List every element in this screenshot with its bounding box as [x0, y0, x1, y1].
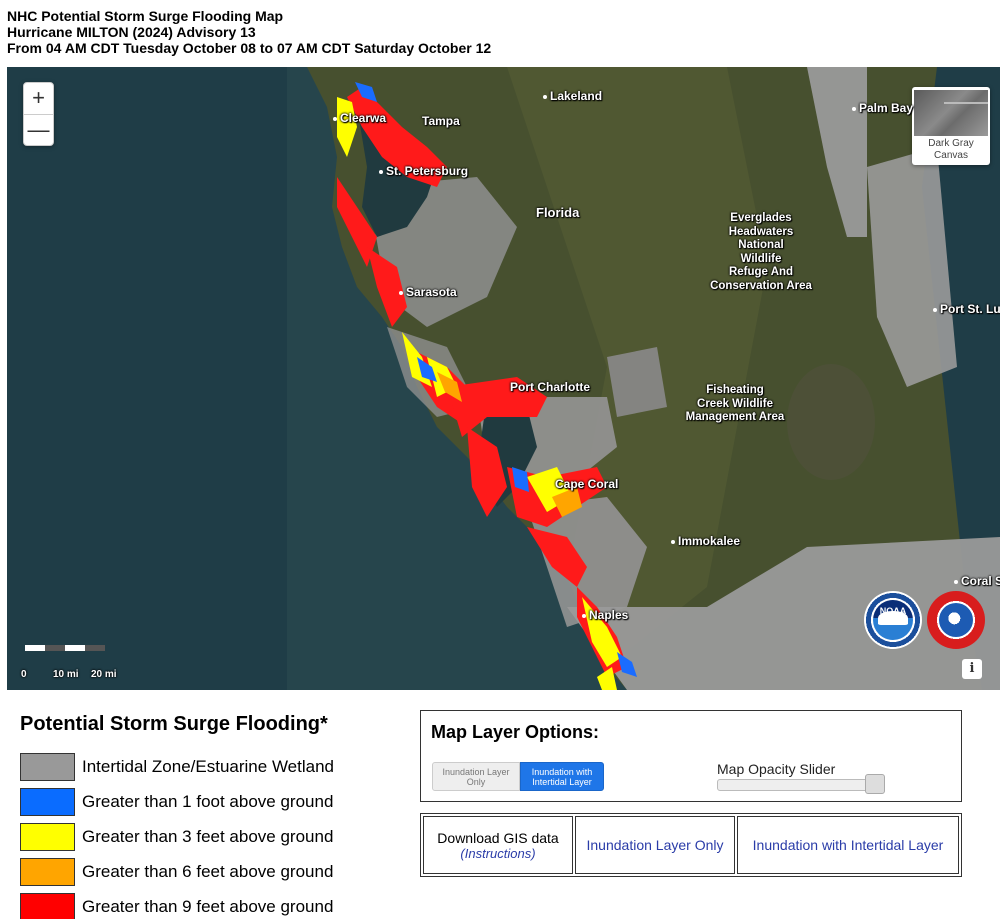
- legend-swatch: [20, 822, 75, 851]
- basemap-caption-line1: Dark Gray: [928, 138, 974, 149]
- deep-water: [7, 67, 287, 690]
- scale-label-twenty: 20 mi: [91, 669, 117, 680]
- place-label-cape-coral: Cape Coral: [555, 477, 619, 491]
- map-title: NHC Potential Storm Surge Flooding Map: [7, 8, 284, 24]
- place-label-sarasota: Sarasota: [399, 285, 457, 299]
- place-label-fisheating-creek: Fisheating Creek Wildlife Management Are…: [685, 384, 785, 423]
- place-label-florida: Florida: [536, 205, 580, 220]
- scale-label-zero: 0: [21, 669, 27, 680]
- legend-swatch: [20, 787, 75, 816]
- place-label-tampa: Tampa: [422, 114, 460, 128]
- noaa-logo: NOAA: [864, 591, 922, 649]
- legend-item: Greater than 9 feet above ground: [20, 889, 334, 919]
- map-imagery: [7, 67, 1000, 690]
- legend-item: Intertidal Zone/Estuarine Wetland: [20, 749, 334, 784]
- nws-logo: [927, 591, 985, 649]
- place-label-coral-springs: Coral S: [954, 574, 1000, 588]
- basemap-toggle[interactable]: Dark Gray Canvas: [912, 87, 990, 165]
- layer-toggle: Inundation Layer Only Inundation with In…: [432, 762, 604, 791]
- layer-options-title: Map Layer Options:: [431, 722, 600, 742]
- legend-label: Greater than 1 foot above ground: [82, 791, 334, 811]
- place-label-immokalee: Immokalee: [671, 534, 740, 548]
- opacity-slider-label: Map Opacity Slider: [717, 761, 836, 777]
- legend-item: Greater than 3 feet above ground: [20, 819, 334, 854]
- lake-okeechobee: [787, 364, 875, 480]
- surge-legend: Potential Storm Surge Flooding* Intertid…: [20, 713, 334, 919]
- scale-bar: 0 10 mi 20 mi: [21, 645, 117, 680]
- storm-advisory: Hurricane MILTON (2024) Advisory 13: [7, 24, 256, 40]
- intertidal-area: [607, 347, 667, 417]
- legend-label: Intertidal Zone/Estuarine Wetland: [82, 756, 334, 776]
- opacity-slider[interactable]: [717, 774, 885, 794]
- map-layer-options: Map Layer Options: Inundation Layer Only…: [420, 710, 962, 802]
- legend-swatch: [20, 752, 75, 781]
- place-label-clearwater: Clearwa: [333, 111, 386, 125]
- place-label-port-charlotte: Port Charlotte: [510, 380, 591, 394]
- inundation-intertidal-link-text: Inundation with Intertidal Layer: [752, 837, 944, 853]
- download-links: Download GIS data (Instructions) Inundat…: [420, 813, 962, 877]
- legend-swatch: [20, 857, 75, 886]
- place-label-port-st-lucie: Port St. Luc: [933, 302, 1000, 316]
- place-label-everglades-headwaters: Everglades Headwaters National Wildlife …: [710, 212, 812, 292]
- download-inundation-intertidal-link[interactable]: Inundation with Intertidal Layer: [737, 816, 959, 874]
- map-header: NHC Potential Storm Surge Flooding Map H…: [7, 8, 491, 56]
- scale-label-ten: 10 mi: [53, 669, 79, 680]
- surge-map[interactable]: + — Dark Gray Canvas Lakeland Clearwa Ta…: [7, 67, 1000, 690]
- download-inundation-only-link[interactable]: Inundation Layer Only: [575, 816, 735, 874]
- basemap-thumbnail: [914, 90, 988, 136]
- legend-title: Potential Storm Surge Flooding*: [20, 713, 328, 735]
- basemap-caption-line2: Canvas: [934, 150, 968, 161]
- legend-item: Greater than 6 feet above ground: [20, 854, 334, 889]
- legend-swatch: [20, 892, 75, 919]
- inundation-only-toggle[interactable]: Inundation Layer Only: [432, 762, 520, 791]
- info-button[interactable]: i: [962, 659, 982, 679]
- place-label-st-petersburg: St. Petersburg: [379, 164, 468, 178]
- legend-label: Greater than 3 feet above ground: [82, 826, 334, 846]
- legend-label: Greater than 6 feet above ground: [82, 861, 334, 881]
- forecast-period: From 04 AM CDT Tuesday October 08 to 07 …: [7, 40, 492, 56]
- zoom-control: + —: [23, 82, 54, 146]
- noaa-logo-text: NOAA: [879, 606, 907, 616]
- gis-instructions-link[interactable]: (Instructions): [460, 846, 535, 861]
- inundation-only-link-text: Inundation Layer Only: [586, 837, 724, 853]
- place-label-naples: Naples: [582, 608, 628, 622]
- place-label-lakeland: Lakeland: [543, 89, 602, 103]
- zoom-out-button[interactable]: —: [24, 114, 53, 145]
- download-gis-button[interactable]: Download GIS data (Instructions): [423, 816, 573, 874]
- inundation-intertidal-toggle[interactable]: Inundation with Intertidal Layer: [520, 762, 604, 791]
- legend-item: Greater than 1 foot above ground: [20, 784, 334, 819]
- opacity-slider-knob[interactable]: [865, 774, 885, 794]
- download-gis-label: Download GIS data: [437, 829, 559, 846]
- place-label-palm-bay: Palm Bay: [852, 101, 913, 115]
- zoom-in-button[interactable]: +: [24, 83, 53, 114]
- legend-label: Greater than 9 feet above ground: [82, 896, 334, 916]
